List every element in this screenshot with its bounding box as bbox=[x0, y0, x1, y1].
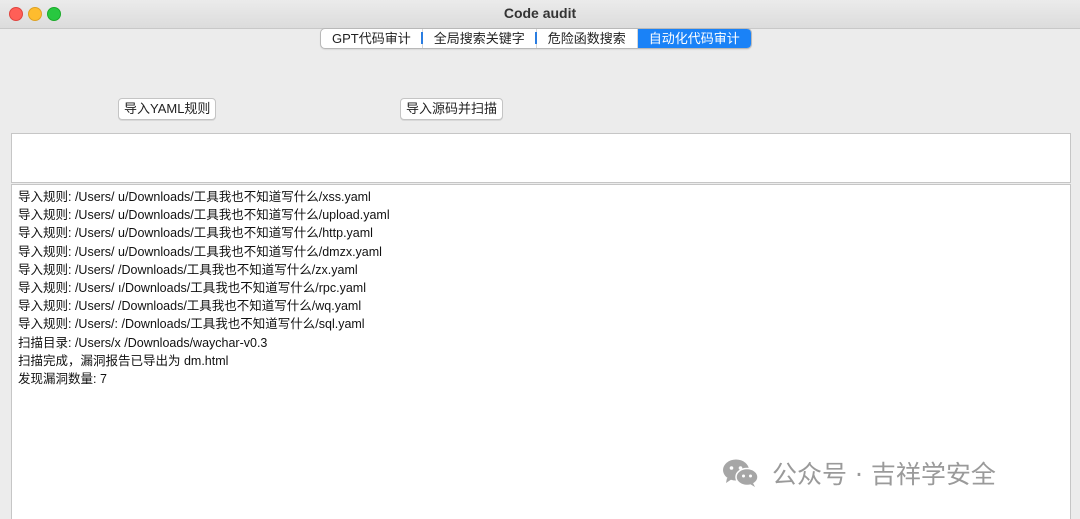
log-line: 导入规则: /Users/ /Downloads/工具我也不知道写什么/zx.y… bbox=[18, 262, 358, 277]
tab-bar: GPT代码审计 全局搜索关键字 危险函数搜索 自动化代码审计 bbox=[320, 28, 752, 49]
tab-dangerous-function-search[interactable]: 危险函数搜索 bbox=[534, 29, 637, 48]
log-line: 导入规则: /Users/ /Downloads/工具我也不知道写什么/wq.y… bbox=[18, 299, 362, 314]
log-line: 导入规则: /Users/ u/Downloads/工具我也不知道写什么/upl… bbox=[18, 208, 390, 223]
log-line: 导入规则: /Users/ u/Downloads/工具我也不知道写什么/dmz… bbox=[18, 244, 382, 259]
tab-global-keyword-search[interactable]: 全局搜索关键字 bbox=[420, 29, 536, 48]
path-input[interactable] bbox=[11, 133, 1071, 183]
title-bar: Code audit bbox=[0, 0, 1080, 29]
log-line: 扫描完成，漏洞报告已导出为 dm.html bbox=[18, 353, 229, 368]
log-line: 导入规则: /Users/ ı/Downloads/工具我也不知道写什么/rpc… bbox=[18, 280, 366, 295]
tab-auto-code-audit[interactable]: 自动化代码审计 bbox=[636, 29, 751, 48]
import-source-scan-button[interactable]: 导入源码并扫描 bbox=[400, 98, 504, 120]
log-line: 导入规则: /Users/ u/Downloads/工具我也不知道写什么/htt… bbox=[18, 226, 373, 241]
watermark: 公众号 · 吉祥学安全 bbox=[722, 455, 996, 491]
log-line: 扫描目录: /Users/x /Downloads/waychar-v0.3 bbox=[18, 335, 268, 350]
log-line: 导入规则: /Users/: /Downloads/工具我也不知道写什么/sql… bbox=[18, 317, 365, 332]
watermark-text: 公众号 · 吉祥学安全 bbox=[772, 460, 996, 489]
wechat-icon bbox=[723, 459, 759, 487]
tab-gpt-code-audit[interactable]: GPT代码审计 bbox=[321, 29, 422, 48]
log-line: 导入规则: /Users/ u/Downloads/工具我也不知道写什么/xss… bbox=[18, 190, 371, 204]
import-yaml-rules-button[interactable]: 导入YAML规则 bbox=[118, 98, 217, 120]
window-title: Code audit bbox=[503, 5, 577, 21]
log-line: 发现漏洞数量: 7 bbox=[18, 371, 107, 386]
